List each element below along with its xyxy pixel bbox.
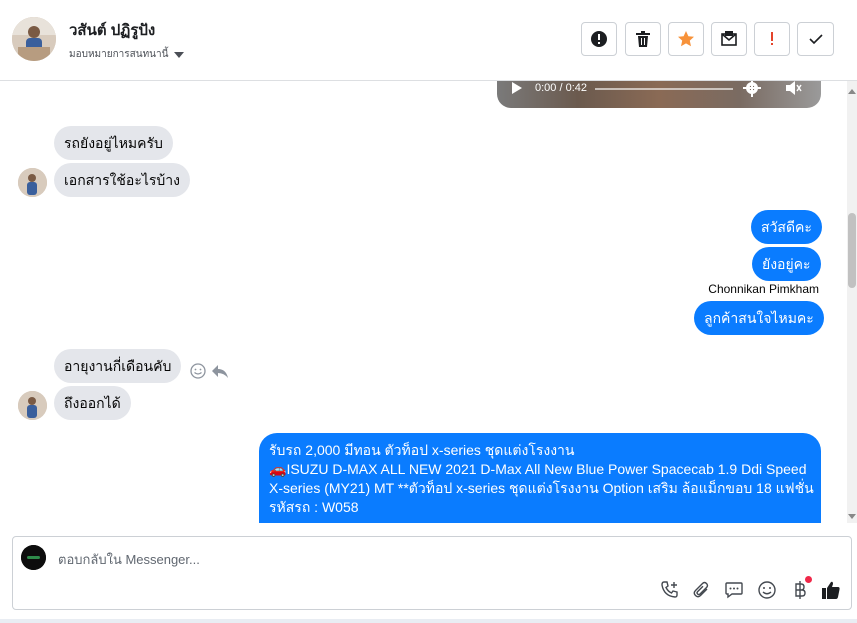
messenger-conversation: วสันต์ ปฏิรูปัง มอบหมายการสนทนานี้ 0:00 … xyxy=(0,0,857,623)
saved-replies-button[interactable] xyxy=(723,579,745,601)
check-icon xyxy=(808,34,823,45)
smiley-icon xyxy=(758,581,776,599)
envelope-icon xyxy=(721,31,737,46)
mark-unread-button[interactable] xyxy=(711,22,747,56)
contact-name[interactable]: วสันต์ ปฏิรูปัง xyxy=(69,18,155,42)
outgoing-message[interactable]: สวัสดีคะ xyxy=(751,210,822,244)
delete-button[interactable] xyxy=(625,22,661,56)
message-scrollbar[interactable] xyxy=(847,81,857,523)
message-line: รหัสรถ : W058 xyxy=(269,499,359,515)
exclamation-circle-icon xyxy=(591,31,607,47)
scroll-up-arrow-icon[interactable] xyxy=(848,89,856,94)
exclamation-icon xyxy=(771,32,773,45)
message-line: 🚗ISUZU D-MAX ALL NEW 2021 D-Max All New … xyxy=(269,461,807,477)
star-button[interactable] xyxy=(668,22,704,56)
mark-done-button[interactable] xyxy=(797,22,834,56)
incoming-message[interactable]: ถึงออกได้ xyxy=(54,386,131,420)
speech-bubble-icon xyxy=(725,582,743,599)
contact-avatar-small xyxy=(18,168,47,197)
react-smiley-icon[interactable] xyxy=(190,363,206,379)
outgoing-message[interactable]: ลูกค้าสนใจไหมคะ xyxy=(694,301,824,335)
incoming-message[interactable]: รถยังอยู่ไหมครับ xyxy=(54,126,173,160)
message-line: X-series (MY21) MT **ตัวท็อป x-series ชุ… xyxy=(269,480,814,496)
emoji-button[interactable] xyxy=(756,579,778,601)
conversation-header: วสันต์ ปฏิรูปัง มอบหมายการสนทนานี้ xyxy=(0,0,857,81)
caret-down-icon xyxy=(174,51,185,58)
like-button[interactable] xyxy=(820,579,842,601)
notification-dot xyxy=(805,576,812,583)
page-avatar xyxy=(21,545,46,570)
scroll-down-arrow-icon[interactable] xyxy=(848,514,856,519)
message-list[interactable]: 0:00 / 0:42 รถยังอยู่ไหมครับ เอกสารใช้อะ… xyxy=(0,81,857,523)
car-emoji-icon: 🚗 xyxy=(269,461,287,477)
call-add-button[interactable] xyxy=(659,579,681,601)
reply-composer: ตอบกลับใน Messenger... xyxy=(12,536,852,610)
play-icon[interactable] xyxy=(511,81,523,95)
contact-avatar-small xyxy=(18,391,47,420)
outgoing-long-message[interactable]: รับรถ 2,000 มีทอน ตัวท็อป x-series ชุดแต… xyxy=(259,433,821,523)
incoming-message[interactable]: อายุงานกี่เดือนคับ xyxy=(54,349,182,383)
phone-plus-icon xyxy=(661,581,678,598)
contact-avatar[interactable] xyxy=(12,17,56,61)
scroll-thumb[interactable] xyxy=(848,213,856,288)
assign-conversation-dropdown[interactable]: มอบหมายการสนทนานี้ xyxy=(69,47,185,62)
attach-button[interactable] xyxy=(691,579,713,601)
star-icon xyxy=(678,31,694,47)
reply-input[interactable]: ตอบกลับใน Messenger... xyxy=(58,549,200,570)
video-progress-track[interactable] xyxy=(595,88,733,90)
baht-icon xyxy=(795,581,806,599)
assign-label: มอบหมายการสนทนานี้ xyxy=(69,49,169,60)
message-line: รับรถ 2,000 มีทอน ตัวท็อป x-series ชุดแต… xyxy=(269,442,575,458)
settings-gear-icon[interactable] xyxy=(743,81,761,97)
mute-icon[interactable] xyxy=(785,81,803,96)
reply-arrow-icon[interactable] xyxy=(211,363,229,379)
trash-icon xyxy=(636,31,650,47)
paperclip-icon xyxy=(693,581,709,598)
alert-button[interactable] xyxy=(581,22,617,56)
spam-button[interactable] xyxy=(754,22,790,56)
video-attachment[interactable]: 0:00 / 0:42 xyxy=(497,81,821,108)
sender-name: Chonnikan Pimkham xyxy=(708,282,819,296)
incoming-message[interactable]: เอกสารใช้อะไรบ้าง xyxy=(54,163,191,197)
thumbs-up-icon xyxy=(822,581,840,599)
video-time: 0:00 / 0:42 xyxy=(535,82,587,94)
outgoing-message[interactable]: ยังอยู่คะ xyxy=(752,247,821,281)
bottom-strip xyxy=(0,619,857,623)
